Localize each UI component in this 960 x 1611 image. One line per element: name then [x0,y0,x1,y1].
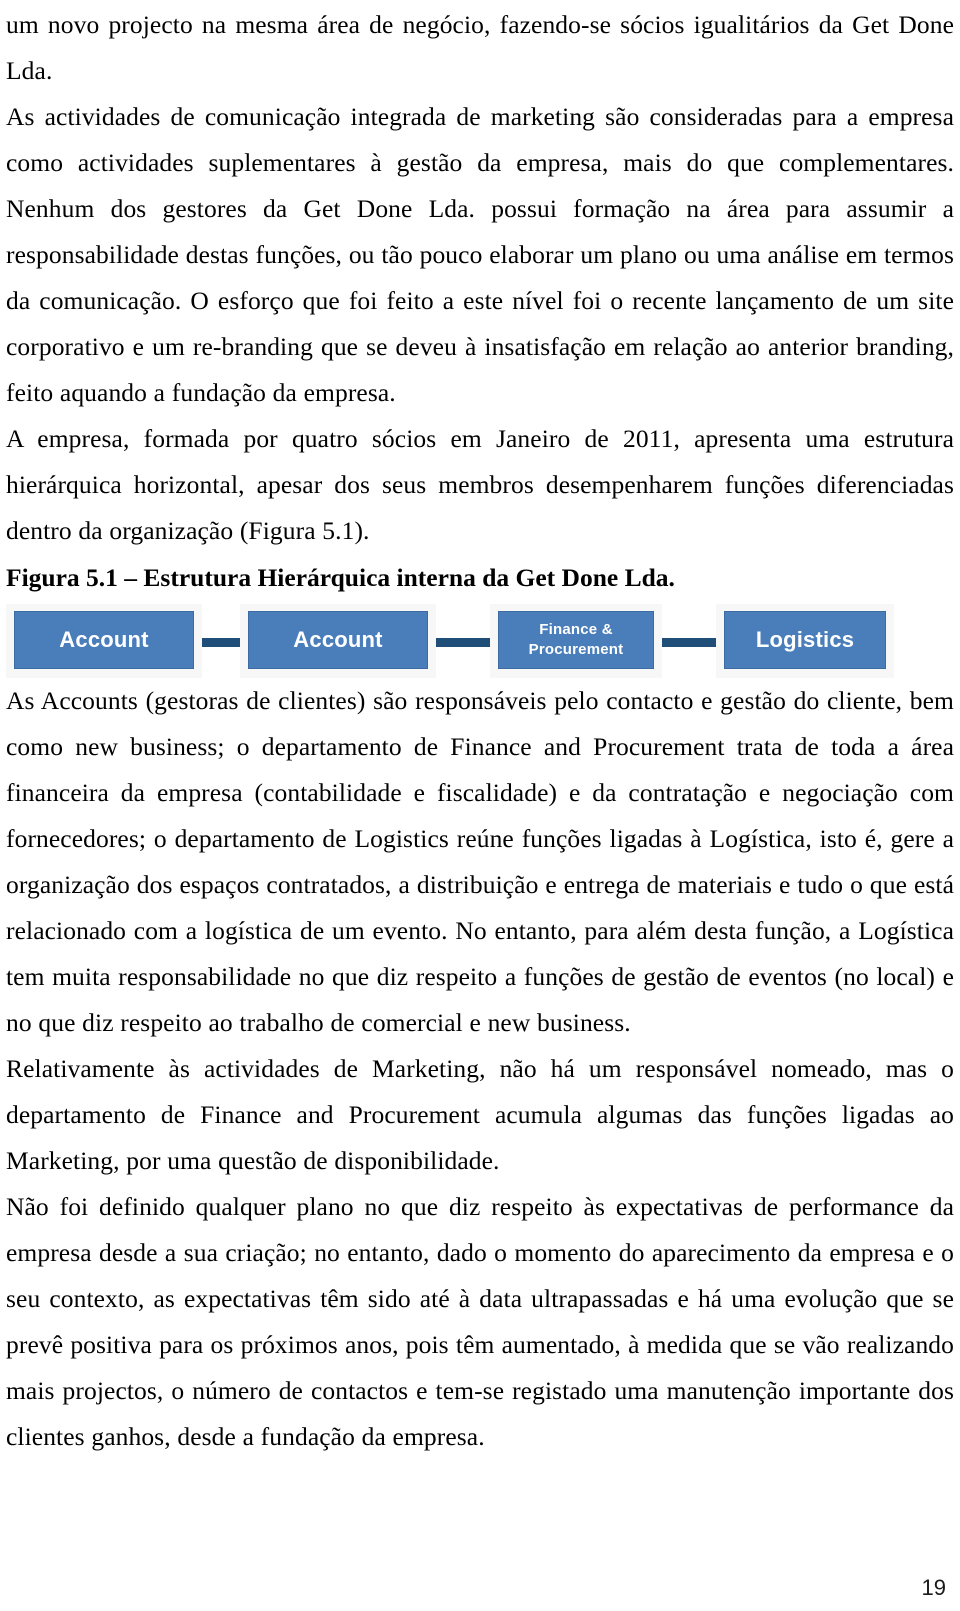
diagram-node-label-line-2: Procurement [528,641,624,658]
diagram-node-label: Account [59,627,149,652]
paragraph-estrutura: A empresa, formada por quatro sócios em … [6,424,954,545]
diagram-node-body: Account [248,611,428,669]
diagram-node-body: Logistics [724,611,886,669]
diagram-node-finance-procurement: Finance & Procurement [490,604,662,678]
diagram-node-logistics: Logistics [716,604,894,678]
figure-caption: Figura 5.1 – Estrutura Hierárquica inter… [6,563,675,592]
diagram-node-account-1: Account [6,604,202,678]
paragraph-expectativas: Não foi definido qualquer plano no que d… [6,1192,954,1451]
diagram-node-body: Account [14,611,194,669]
diagram-node-account-2: Account [240,604,436,678]
paragraph-continuation: um novo projecto na mesma área de negóci… [6,10,954,85]
diagram-node-label: Finance & Procurement [529,620,624,660]
page-number: 19 [921,1575,946,1600]
document-page: um novo projecto na mesma área de negóci… [0,0,960,1611]
paragraph-comunicacao: As actividades de comunicação integrada … [6,102,954,407]
diagram-node-label: Account [293,627,383,652]
paragraph-marketing: Relativamente às actividades de Marketin… [6,1054,954,1175]
diagram-node-label-line-1: Finance & [539,621,613,638]
diagram-node-body: Finance & Procurement [498,611,654,669]
paragraph-accounts: As Accounts (gestoras de clientes) são r… [6,686,954,1037]
diagram-node-label: Logistics [755,627,855,652]
figure-hierarchy-diagram: Account Account Finance & Procurement Lo… [6,604,954,678]
